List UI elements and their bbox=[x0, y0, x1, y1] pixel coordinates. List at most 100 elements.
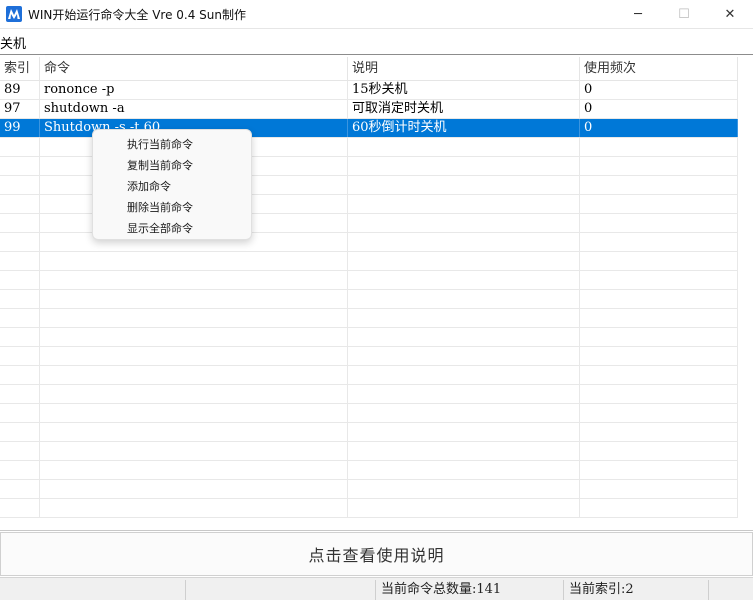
cell-frequency: 0 bbox=[580, 119, 738, 137]
cell-frequency: 0 bbox=[580, 81, 738, 99]
cell-frequency bbox=[580, 138, 738, 156]
menu-item-show-all[interactable]: 显示全部命令 bbox=[93, 218, 251, 239]
status-current-index: 当前索引:2 bbox=[563, 580, 708, 600]
table-row[interactable]: 89 rononce -p 15秒关机 0 bbox=[0, 81, 738, 100]
cell-description: 60秒倒计时关机 bbox=[348, 119, 580, 137]
menu-item-copy[interactable]: 复制当前命令 bbox=[93, 155, 251, 176]
cell-command: shutdown -a bbox=[40, 100, 348, 118]
cell-description bbox=[348, 328, 580, 346]
empty-row bbox=[0, 271, 738, 290]
empty-row bbox=[0, 290, 738, 309]
cell-index bbox=[0, 499, 40, 517]
table-row[interactable]: 97 shutdown -a 可取消定时关机 0 bbox=[0, 100, 738, 119]
empty-row bbox=[0, 328, 738, 347]
cell-frequency bbox=[580, 480, 738, 498]
cell-index bbox=[0, 442, 40, 460]
cell-index: 89 bbox=[0, 81, 40, 99]
cell-frequency bbox=[580, 214, 738, 232]
list-header: 索引 命令 说明 使用频次 bbox=[0, 57, 738, 81]
menu-item-execute[interactable]: 执行当前命令 bbox=[93, 134, 251, 155]
cell-frequency bbox=[580, 404, 738, 422]
cell-description: 可取消定时关机 bbox=[348, 100, 580, 118]
cell-description bbox=[348, 423, 580, 441]
menu-item-delete[interactable]: 删除当前命令 bbox=[93, 197, 251, 218]
cell-index bbox=[0, 233, 40, 251]
cell-index bbox=[0, 252, 40, 270]
cell-frequency bbox=[580, 157, 738, 175]
filter-input[interactable] bbox=[0, 32, 740, 52]
cell-command bbox=[40, 480, 348, 498]
cell-description bbox=[348, 404, 580, 422]
cell-description bbox=[348, 176, 580, 194]
cell-description: 15秒关机 bbox=[348, 81, 580, 99]
cell-index bbox=[0, 214, 40, 232]
cell-description bbox=[348, 499, 580, 517]
empty-row bbox=[0, 461, 738, 480]
empty-row bbox=[0, 366, 738, 385]
maximize-button[interactable]: ☐ bbox=[661, 0, 707, 28]
cell-command bbox=[40, 442, 348, 460]
cell-index bbox=[0, 480, 40, 498]
cell-frequency bbox=[580, 461, 738, 479]
status-panel-empty bbox=[185, 580, 375, 600]
help-button[interactable]: 点击查看使用说明 bbox=[0, 532, 753, 576]
title-bar: WIN开始运行命令大全 Vre 0.4 Sun制作 ─ ☐ ✕ bbox=[0, 0, 753, 28]
menu-item-add[interactable]: 添加命令 bbox=[93, 176, 251, 197]
cell-frequency bbox=[580, 347, 738, 365]
cell-frequency bbox=[580, 252, 738, 270]
scrollbar-area bbox=[738, 57, 753, 530]
cell-description bbox=[348, 480, 580, 498]
cell-description bbox=[348, 214, 580, 232]
cell-description bbox=[348, 347, 580, 365]
cell-description bbox=[348, 233, 580, 251]
cell-frequency bbox=[580, 442, 738, 460]
cell-command bbox=[40, 404, 348, 422]
column-header-index[interactable]: 索引 bbox=[0, 57, 40, 81]
cell-command bbox=[40, 366, 348, 384]
cell-index bbox=[0, 157, 40, 175]
cell-index bbox=[0, 366, 40, 384]
column-header-frequency[interactable]: 使用频次 bbox=[580, 57, 738, 81]
cell-index bbox=[0, 138, 40, 156]
cell-index bbox=[0, 195, 40, 213]
status-bar: 当前命令总数量:141 当前索引:2 bbox=[0, 577, 753, 600]
cell-command bbox=[40, 423, 348, 441]
cell-frequency bbox=[580, 233, 738, 251]
close-button[interactable]: ✕ bbox=[707, 0, 753, 28]
cell-frequency bbox=[580, 366, 738, 384]
cell-frequency bbox=[580, 328, 738, 346]
empty-row bbox=[0, 252, 738, 271]
cell-description bbox=[348, 442, 580, 460]
cell-index bbox=[0, 385, 40, 403]
minimize-button[interactable]: ─ bbox=[615, 0, 661, 28]
empty-row bbox=[0, 499, 738, 518]
cell-index bbox=[0, 309, 40, 327]
cell-description bbox=[348, 271, 580, 289]
window-controls: ─ ☐ ✕ bbox=[615, 0, 753, 28]
cell-description bbox=[348, 309, 580, 327]
column-header-description[interactable]: 说明 bbox=[348, 57, 580, 81]
cell-command bbox=[40, 328, 348, 346]
app-logo-icon bbox=[6, 6, 22, 22]
cell-frequency bbox=[580, 290, 738, 308]
cell-command bbox=[40, 252, 348, 270]
cell-index bbox=[0, 461, 40, 479]
cell-command bbox=[40, 271, 348, 289]
cell-description bbox=[348, 157, 580, 175]
cell-index bbox=[0, 328, 40, 346]
filter-row bbox=[0, 28, 753, 55]
column-header-command[interactable]: 命令 bbox=[40, 57, 348, 81]
cell-command bbox=[40, 461, 348, 479]
close-icon: ✕ bbox=[724, 6, 736, 22]
cell-description bbox=[348, 252, 580, 270]
cell-index bbox=[0, 404, 40, 422]
cell-description bbox=[348, 385, 580, 403]
cell-description bbox=[348, 195, 580, 213]
empty-row bbox=[0, 347, 738, 366]
cell-command: rononce -p bbox=[40, 81, 348, 99]
cell-frequency bbox=[580, 309, 738, 327]
cell-frequency bbox=[580, 423, 738, 441]
cell-command bbox=[40, 385, 348, 403]
empty-row bbox=[0, 309, 738, 328]
cell-index bbox=[0, 271, 40, 289]
